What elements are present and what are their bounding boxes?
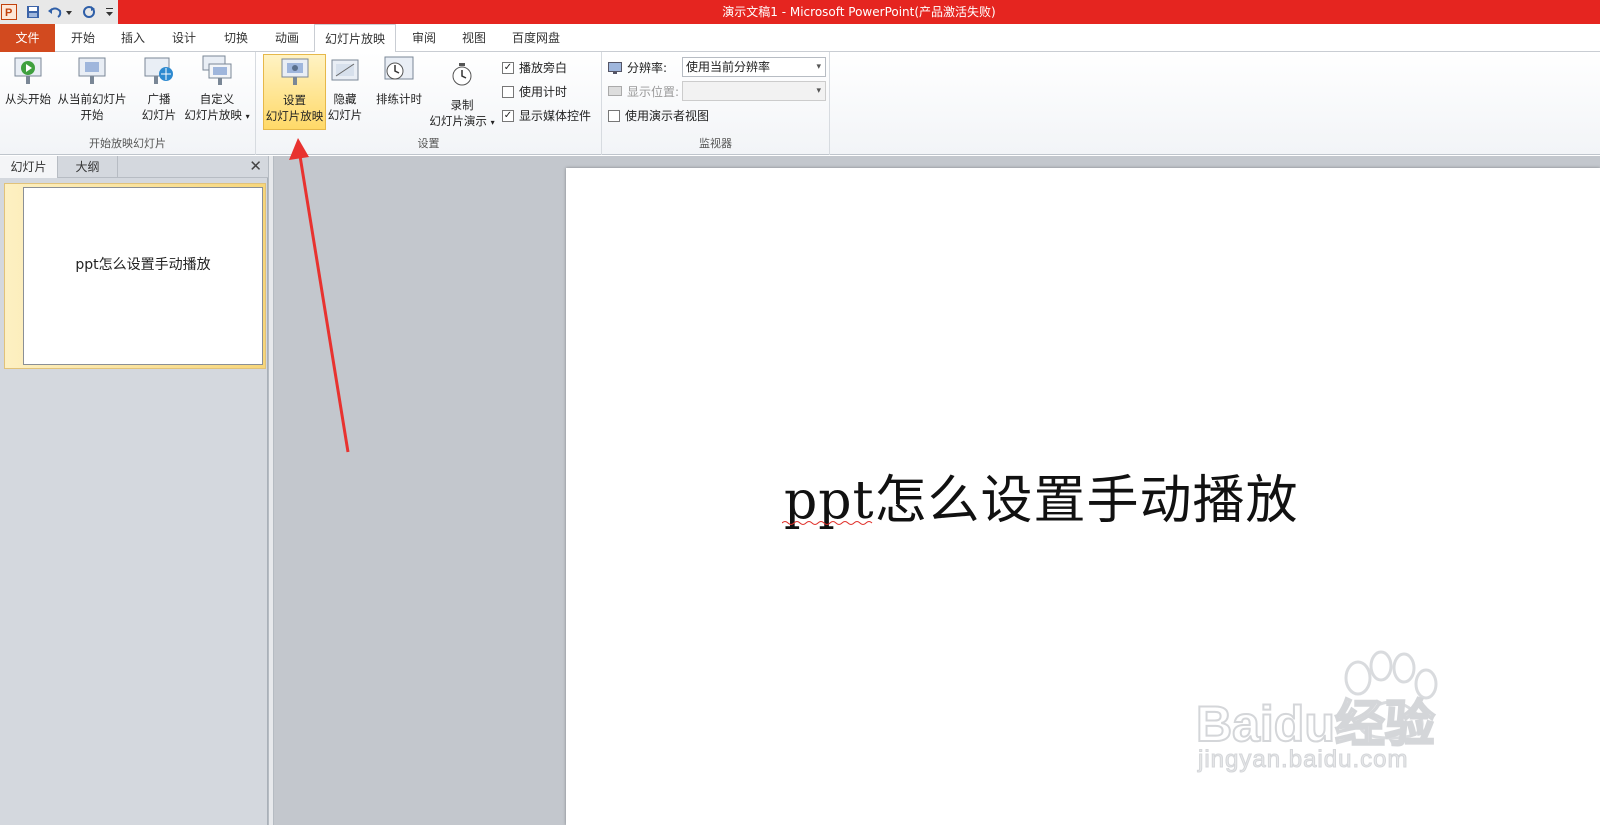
group-monitors: 分辨率: 使用当前分辨率 ▾ 显示位置: ▾ 使用演示者视图 监视器 xyxy=(602,52,830,155)
hide-slide-label-1: 隐藏 xyxy=(333,92,357,106)
use-timings-label: 使用计时 xyxy=(519,85,568,99)
resolution-row: 分辨率: xyxy=(608,59,667,76)
play-narration-label: 播放旁白 xyxy=(519,61,568,75)
spell-check-underline xyxy=(782,521,873,525)
group-setup: 设置 幻灯片放映 隐藏 幻灯片 排练计时 录制 幻灯片演示 ▾ ✓ 播放旁白 使… xyxy=(256,52,602,155)
use-timings-checkbox[interactable]: 使用计时 xyxy=(502,83,567,100)
resolution-value: 使用当前分辨率 xyxy=(686,60,771,74)
custom-slideshow-icon xyxy=(202,55,232,85)
tab-animations[interactable]: 动画 xyxy=(264,24,310,52)
broadcast-button[interactable]: 广播 幻灯片 xyxy=(138,54,180,123)
group-label-monitors: 监视器 xyxy=(699,137,732,150)
title-bar: P 演示文稿1 - Microsoft PowerPoint(产品激活失败) xyxy=(0,0,1600,24)
custom-slideshow-dropdown-icon: ▾ xyxy=(245,112,250,121)
presenter-view-label: 使用演示者视图 xyxy=(625,109,710,123)
play-from-start-icon xyxy=(14,57,42,84)
display-position-icon xyxy=(608,85,622,96)
group-label-start: 开始放映幻灯片 xyxy=(89,137,166,150)
custom-slideshow-label-2: 幻灯片放映 xyxy=(184,108,242,122)
show-on-dropdown-icon: ▾ xyxy=(816,86,821,96)
tab-view[interactable]: 视图 xyxy=(452,24,496,52)
broadcast-label-2: 幻灯片 xyxy=(141,108,177,122)
slide-editor: ppt怎么设置手动播放 Baidu经验 jingyan.baidu.com xyxy=(274,156,1600,825)
hide-slide-icon xyxy=(331,59,359,81)
show-media-check-icon: ✓ xyxy=(502,109,514,122)
broadcast-label-1: 广播 xyxy=(147,92,171,106)
from-beginning-button[interactable]: 从头开始 xyxy=(2,54,54,107)
slide-thumbnail[interactable]: ppt怎么设置手动播放 xyxy=(23,187,263,365)
show-on-label: 显示位置: xyxy=(627,85,680,99)
tab-slideshow[interactable]: 幻灯片放映 xyxy=(314,24,396,53)
resolution-label: 分辨率: xyxy=(627,61,668,75)
hide-slide-button[interactable]: 隐藏 幻灯片 xyxy=(326,54,364,123)
group-start-slideshow: 从头开始 从当前幻灯片 开始 广播 幻灯片 自定义 幻灯片放映 ▾ 开始放映幻灯… xyxy=(0,52,256,155)
resolution-select[interactable]: 使用当前分辨率 ▾ xyxy=(682,57,826,77)
from-beginning-label: 从头开始 xyxy=(5,92,51,106)
ribbon: 从头开始 从当前幻灯片 开始 广播 幻灯片 自定义 幻灯片放映 ▾ 开始放映幻灯… xyxy=(0,52,1600,155)
window-title: 演示文稿1 - Microsoft PowerPoint(产品激活失败) xyxy=(722,5,996,19)
tab-file[interactable]: 文件 xyxy=(0,24,55,52)
rehearse-timings-button[interactable]: 排练计时 xyxy=(372,54,426,107)
tab-transitions[interactable]: 切换 xyxy=(212,24,260,52)
play-narration-checkbox[interactable]: ✓ 播放旁白 xyxy=(502,59,567,76)
undo-icon[interactable] xyxy=(46,3,74,21)
rehearse-timings-icon xyxy=(384,56,414,80)
record-slideshow-label-2: 幻灯片演示 xyxy=(429,114,487,128)
thumbnail-title: ppt怎么设置手动播放 xyxy=(75,257,211,273)
pane-tabs: 幻灯片 大纲 ✕ xyxy=(0,156,268,178)
show-on-row: 显示位置: xyxy=(608,83,679,100)
monitor-icon xyxy=(608,61,622,74)
ribbon-tab-row: 文件 开始 插入 设计 切换 动画 幻灯片放映 审阅 视图 百度网盘 xyxy=(0,24,1600,53)
watermark-url: jingyan.baidu.com xyxy=(1197,746,1409,774)
show-on-select[interactable]: ▾ xyxy=(682,81,826,101)
save-icon[interactable] xyxy=(24,3,42,21)
show-media-controls-checkbox[interactable]: ✓ 显示媒体控件 xyxy=(502,107,591,124)
setup-slideshow-icon xyxy=(281,58,308,85)
presenter-view-check-icon xyxy=(608,109,620,122)
use-timings-check-icon xyxy=(502,85,514,98)
resolution-dropdown-icon: ▾ xyxy=(816,62,821,72)
from-current-button[interactable]: 从当前幻灯片 开始 xyxy=(56,54,128,123)
group-label-setup: 设置 xyxy=(417,137,440,150)
slides-pane: 幻灯片 大纲 ✕ 1 ppt怎么设置手动播放 xyxy=(0,156,268,825)
tab-baidu-netdisk[interactable]: 百度网盘 xyxy=(502,24,570,52)
slide-thumbnail-selected[interactable]: ppt怎么设置手动播放 xyxy=(4,183,266,369)
presenter-view-checkbox[interactable]: 使用演示者视图 xyxy=(608,107,709,124)
setup-slideshow-label-1: 设置 xyxy=(283,93,306,107)
from-current-label-2: 开始 xyxy=(80,108,104,122)
rehearse-timings-label: 排练计时 xyxy=(376,92,422,106)
record-slideshow-icon xyxy=(452,63,472,86)
record-slideshow-label-1: 录制 xyxy=(450,98,474,112)
from-current-label-1: 从当前幻灯片 xyxy=(57,92,127,106)
hide-slide-label-2: 幻灯片 xyxy=(327,108,363,122)
tab-design[interactable]: 设计 xyxy=(160,24,208,52)
redo-icon[interactable] xyxy=(80,3,98,21)
tab-outline[interactable]: 大纲 xyxy=(58,156,118,178)
tab-home[interactable]: 开始 xyxy=(58,24,108,52)
tab-insert[interactable]: 插入 xyxy=(110,24,156,52)
show-media-label: 显示媒体控件 xyxy=(519,109,592,123)
broadcast-icon xyxy=(144,57,173,84)
setup-slideshow-button[interactable]: 设置 幻灯片放映 xyxy=(263,54,326,130)
powerpoint-logo-icon: P xyxy=(1,3,17,21)
tab-review[interactable]: 审阅 xyxy=(402,24,446,52)
custom-slideshow-button[interactable]: 自定义 幻灯片放映 ▾ xyxy=(182,54,252,125)
close-pane-icon[interactable]: ✕ xyxy=(249,157,262,175)
record-slideshow-button[interactable]: 录制 幻灯片演示 ▾ xyxy=(426,60,498,131)
custom-slideshow-label-1: 自定义 xyxy=(199,92,235,106)
customize-icon[interactable] xyxy=(104,3,116,21)
record-slideshow-dropdown-icon: ▾ xyxy=(490,118,495,127)
baidu-watermark: Baidu经验 jingyan.baidu.com xyxy=(1195,646,1486,776)
tab-slides[interactable]: 幻灯片 xyxy=(0,156,58,178)
play-narration-check-icon: ✓ xyxy=(502,61,514,74)
svg-text:P: P xyxy=(5,7,12,19)
play-from-current-icon xyxy=(78,57,106,84)
slide-canvas[interactable]: ppt怎么设置手动播放 Baidu经验 jingyan.baidu.com xyxy=(566,168,1600,825)
setup-slideshow-label-2: 幻灯片放映 xyxy=(265,109,324,123)
